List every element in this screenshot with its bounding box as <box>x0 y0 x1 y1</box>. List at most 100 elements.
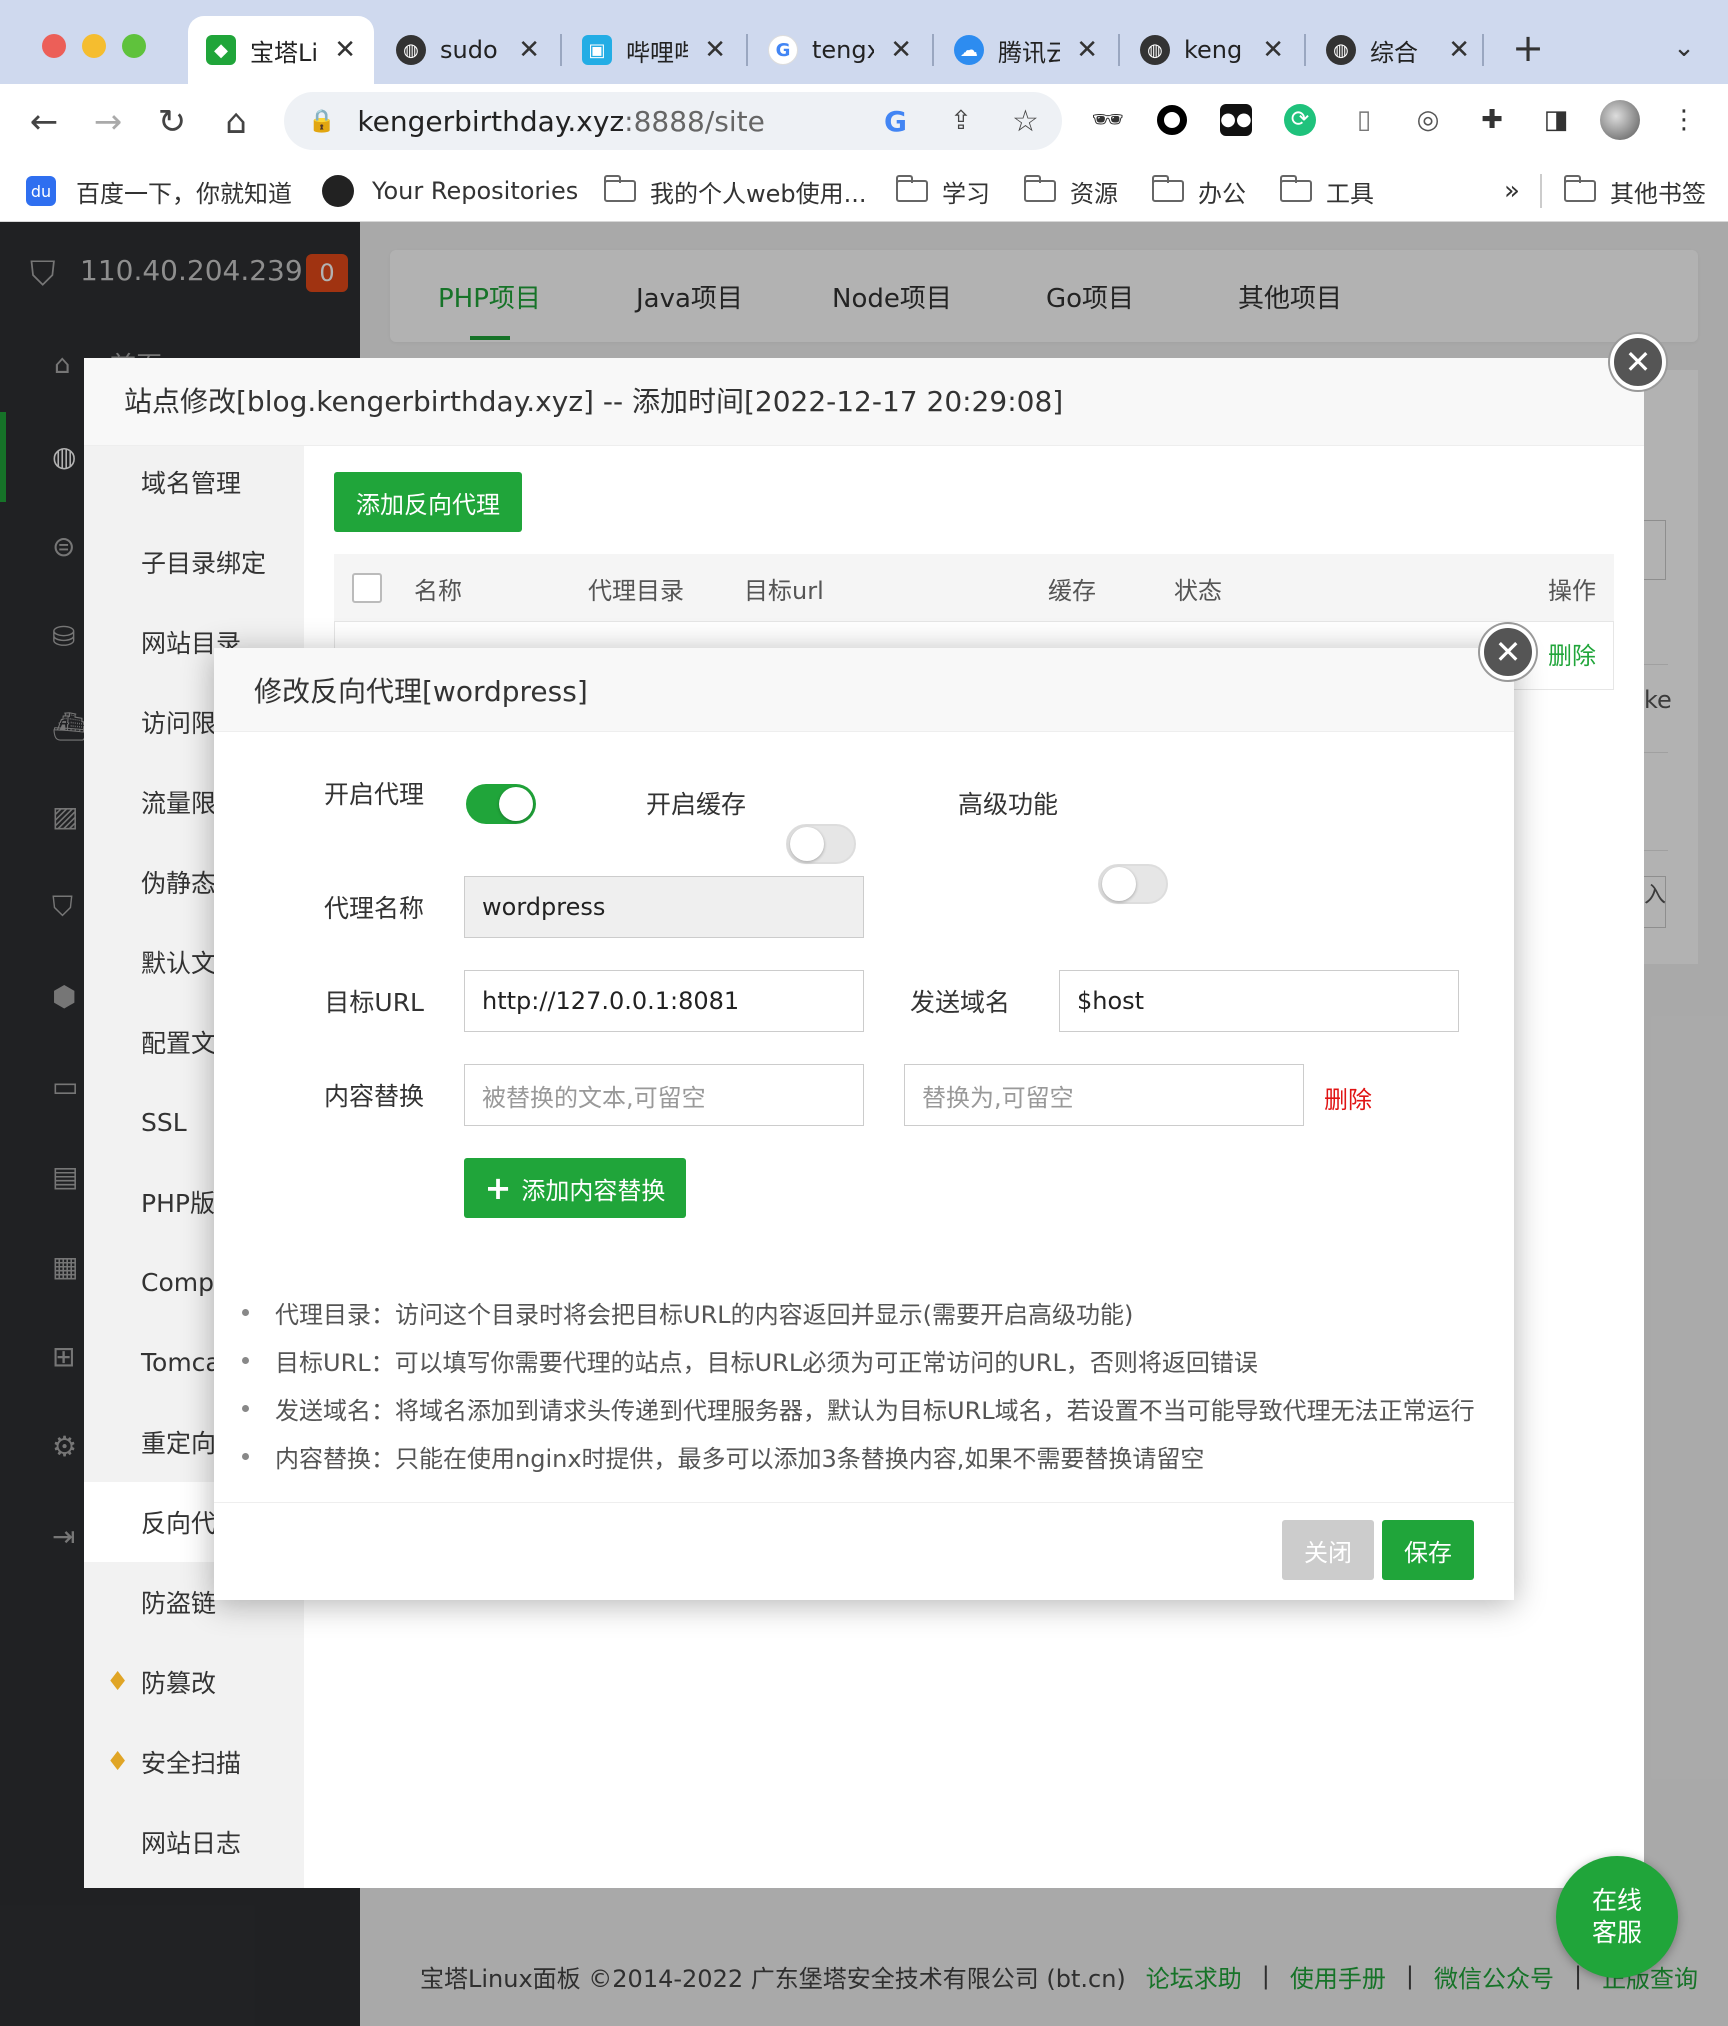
plus-icon: + <box>484 1169 512 1207</box>
col-proxy-dir: 代理目录 <box>588 576 684 605</box>
back-arrow-icon[interactable]: ← <box>22 100 66 144</box>
bookmark-folder-resources[interactable]: 资源 <box>1024 166 1118 216</box>
bookmark-divider <box>1540 174 1542 208</box>
tip-item: 目标URL：可以填写你需要代理的站点，目标URL必须为可正常访问的URL，否则将… <box>242 1340 1258 1380</box>
bookmarks-overflow-button[interactable]: » <box>1504 166 1520 216</box>
google-translate-icon[interactable]: G <box>884 105 907 138</box>
col-actions: 操作 <box>1548 576 1596 605</box>
tab-separator <box>746 34 748 66</box>
advanced-toggle[interactable] <box>1098 864 1168 904</box>
tab-close-icon[interactable]: ✕ <box>890 35 912 65</box>
browser-menu-icon[interactable]: ⋮ <box>1664 100 1704 140</box>
bookmark-other[interactable]: 其他书签 <box>1564 166 1706 216</box>
site-edit-modal-title: 站点修改[blog.kengerbirthday.xyz] -- 添加时间[20… <box>84 358 1644 446</box>
select-all-checkbox[interactable] <box>352 554 382 622</box>
tab-separator <box>560 34 562 66</box>
bookmark-star-icon[interactable]: ☆ <box>1012 104 1039 139</box>
bookmark-folder-office[interactable]: 办公 <box>1152 166 1246 216</box>
replace-from-input[interactable]: 被替换的文本,可留空 <box>464 1064 864 1126</box>
incognito-extension-icon[interactable]: 🕶 <box>1088 100 1128 140</box>
browser-tab-sudo[interactable]: ◍ sudo ✕ <box>378 16 558 84</box>
proxy-table-header <box>334 554 1614 622</box>
globe-icon: ◍ <box>1326 35 1356 65</box>
tab-close-icon[interactable]: ✕ <box>334 35 356 65</box>
replace-to-input[interactable]: 替换为,可留空 <box>904 1064 1304 1126</box>
tab-close-icon[interactable]: ✕ <box>1448 35 1470 65</box>
content-replace-label: 内容替换 <box>323 1082 424 1111</box>
send-domain-input[interactable]: $host <box>1059 970 1459 1032</box>
col-target-url: 目标url <box>744 576 824 605</box>
profile-avatar[interactable] <box>1600 100 1640 140</box>
url-host: kengerbirthday.xyz <box>357 104 625 138</box>
tab-close-icon[interactable]: ✕ <box>704 35 726 65</box>
bookmark-folder-tools[interactable]: 工具 <box>1280 166 1374 216</box>
url-path: :8888/site <box>624 104 765 138</box>
browser-tab-baota[interactable]: ◆ 宝塔Linux ✕ <box>188 16 374 84</box>
bookmark-folder-web[interactable]: 我的个人web使用... <box>604 166 867 216</box>
folder-icon <box>1280 175 1312 202</box>
proxy-name-input[interactable]: wordpress <box>464 876 864 938</box>
menu-item-security-scan[interactable]: ♦ 安全扫描 <box>84 1722 304 1802</box>
folder-icon <box>1152 175 1184 202</box>
close-button[interactable]: 关闭 <box>1282 1520 1374 1580</box>
save-button[interactable]: 保存 <box>1382 1520 1474 1580</box>
tab-close-icon[interactable]: ✕ <box>1262 35 1284 65</box>
tab-close-icon[interactable]: ✕ <box>518 35 540 65</box>
col-cache: 缓存 <box>1048 576 1096 605</box>
enable-cache-toggle[interactable] <box>786 824 856 864</box>
menu-item-subdir-binding[interactable]: 子目录绑定 <box>84 522 304 602</box>
document-extension-icon[interactable]: ▯ <box>1344 100 1384 140</box>
tab-separator <box>932 34 934 66</box>
browser-tab-zonghe[interactable]: ◍ 综合 ✕ <box>1308 16 1488 84</box>
proxy-name-label: 代理名称 <box>323 894 424 923</box>
reload-icon[interactable]: ↻ <box>150 100 194 144</box>
add-content-replace-button[interactable]: + 添加内容替换 <box>464 1158 686 1218</box>
address-bar[interactable]: 🔒 kengerbirthday.xyz:8888/site G ⇪ ☆ <box>284 92 1062 150</box>
tab-search-chevron-icon[interactable]: ⌄ <box>1664 28 1704 68</box>
browser-tab-bilibili[interactable]: ▣ 哔哩哔哩 ✕ <box>564 16 744 84</box>
side-panel-icon[interactable]: ◨ <box>1536 100 1576 140</box>
enable-proxy-toggle[interactable] <box>466 784 536 824</box>
tab-close-icon[interactable]: ✕ <box>1076 35 1098 65</box>
browser-tab-tencent[interactable]: ☁ 腾讯云 ✕ <box>936 16 1116 84</box>
target-url-input[interactable]: http://127.0.0.1:8081 <box>464 970 864 1032</box>
bookmark-baidu[interactable]: du 百度一下，你就知道 <box>26 166 292 216</box>
tip-item: 内容替换：只能在使用nginx时提供，最多可以添加3条替换内容,如果不需要替换请… <box>242 1436 1204 1476</box>
circle-extension-icon[interactable] <box>1152 100 1192 140</box>
lock-icon: 🔒 <box>308 108 336 134</box>
bilibili-icon: ▣ <box>582 35 612 65</box>
add-reverse-proxy-button[interactable]: 添加反向代理 <box>334 472 522 532</box>
tampermonkey-icon[interactable]: ●● <box>1216 100 1256 140</box>
extensions-puzzle-icon[interactable]: ✚ <box>1472 100 1512 140</box>
forward-arrow-icon[interactable]: → <box>86 100 130 144</box>
row-delete-link[interactable]: 删除 <box>1548 636 1596 671</box>
sync-extension-icon[interactable]: ⟳ <box>1280 100 1320 140</box>
window-close-button[interactable] <box>42 34 66 58</box>
folder-icon <box>1564 175 1596 202</box>
menu-item-tamper-proof[interactable]: ♦ 防篡改 <box>84 1642 304 1722</box>
baota-icon: ◆ <box>206 35 236 65</box>
replace-delete-link[interactable]: 删除 <box>1324 1080 1372 1115</box>
new-tab-icon[interactable]: + <box>1508 26 1548 70</box>
share-icon[interactable]: ⇪ <box>950 106 972 136</box>
tab-separator <box>1304 34 1306 66</box>
menu-item-site-log[interactable]: 网站日志 <box>84 1802 304 1882</box>
bookmark-folder-study[interactable]: 学习 <box>896 166 990 216</box>
folder-icon <box>1024 175 1056 202</box>
window-zoom-button[interactable] <box>122 34 146 58</box>
tencent-cloud-icon: ☁ <box>954 35 984 65</box>
site-modal-close-icon[interactable]: ✕ <box>1610 334 1666 390</box>
online-support-button[interactable]: 在线 客服 <box>1556 1856 1678 1978</box>
col-status: 状态 <box>1174 576 1222 605</box>
bookmark-github[interactable]: Your Repositories <box>322 166 578 216</box>
proxy-modal-close-icon[interactable]: ✕ <box>1480 624 1536 680</box>
browser-tab-google[interactable]: G tengx ✕ <box>750 16 930 84</box>
browser-tab-keng[interactable]: ◍ keng ✕ <box>1122 16 1302 84</box>
tab-separator <box>1118 34 1120 66</box>
edit-proxy-modal-title: 修改反向代理[wordpress] <box>214 648 1514 732</box>
home-icon[interactable]: ⌂ <box>214 100 258 144</box>
menu-item-domains[interactable]: 域名管理 <box>84 442 304 522</box>
password-extension-icon[interactable]: ◎ <box>1408 100 1448 140</box>
window-minimize-button[interactable] <box>82 34 106 58</box>
globe-icon: ◍ <box>396 35 426 65</box>
